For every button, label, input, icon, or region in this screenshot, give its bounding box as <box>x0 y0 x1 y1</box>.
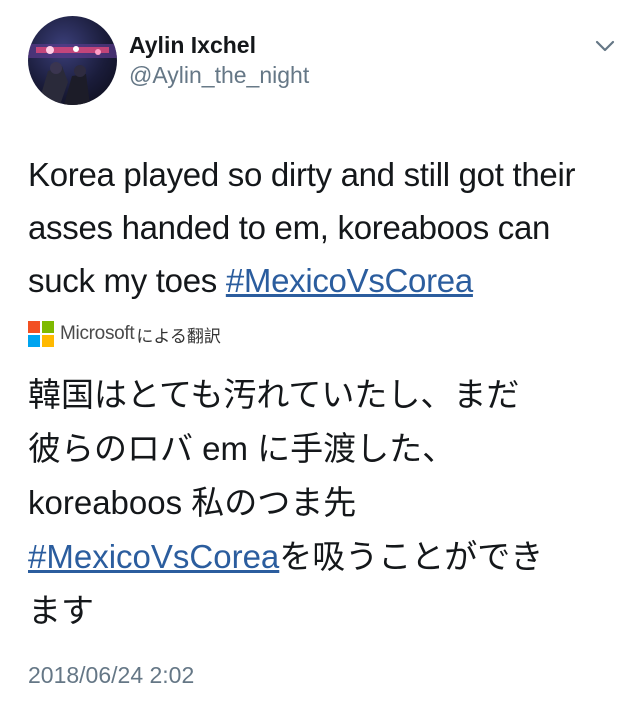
translated-text-segment: を吸うことができ <box>279 538 544 575</box>
translated-line: 韓国はとても汚れていたし、まだ <box>28 376 520 413</box>
translated-line: 彼らのロバ em に手渡した、 <box>28 430 456 467</box>
display-name[interactable]: Aylin Ixchel <box>129 30 309 60</box>
chevron-down-icon[interactable] <box>593 34 617 58</box>
translation-provider: Microsoft <box>60 323 135 344</box>
translated-line: #MexicoVsCoreaを吸うことができ <box>28 530 628 584</box>
translated-hashtag-link[interactable]: #MexicoVsCorea <box>28 538 279 575</box>
tweet-text-line: suck my toes #MexicoVsCorea <box>28 254 618 307</box>
translated-line: ます <box>28 592 94 629</box>
tweet-text: Korea played so dirty and still got thei… <box>28 148 618 307</box>
tweet-header: Aylin Ixchel @Aylin_the_night <box>28 16 618 108</box>
avatar[interactable] <box>28 16 117 105</box>
user-info[interactable]: Aylin Ixchel @Aylin_the_night <box>129 30 309 90</box>
tweet-timestamp[interactable]: 2018/06/24 2:02 <box>28 660 194 690</box>
microsoft-logo-icon <box>28 321 54 347</box>
translated-line: koreaboos 私のつま先 <box>28 484 357 521</box>
hashtag-link[interactable]: #MexicoVsCorea <box>226 262 473 299</box>
tweet-text-line: asses handed to em, koreaboos can <box>28 209 551 246</box>
translation-label: による翻訳 <box>136 326 221 346</box>
translated-text: 韓国はとても汚れていたし、まだ 彼らのロバ em に手渡した、 koreaboo… <box>28 368 628 638</box>
tweet-text-line: Korea played so dirty and still got thei… <box>28 156 576 193</box>
translation-attribution: Microsoft による翻訳 <box>28 318 221 350</box>
avatar-image <box>28 44 117 105</box>
tweet-card: Aylin Ixchel @Aylin_the_night Korea play… <box>0 0 640 709</box>
user-handle[interactable]: @Aylin_the_night <box>129 60 309 90</box>
tweet-text-segment: suck my toes <box>28 262 226 299</box>
